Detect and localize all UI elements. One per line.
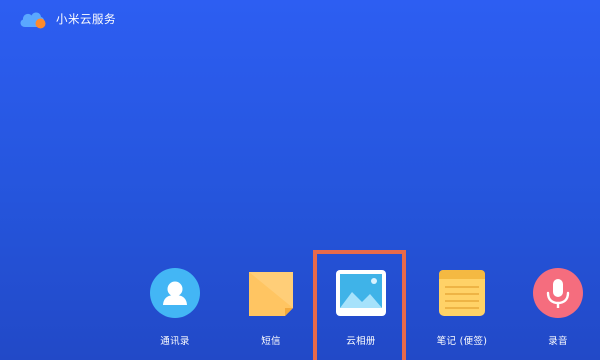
app-gallery[interactable]: 云相册 (321, 266, 401, 347)
message-icon (244, 266, 298, 320)
app-label-notes: 笔记 (便签) (436, 336, 488, 347)
app-label-recorder: 录音 (548, 336, 568, 347)
brand-header[interactable]: 小米云服务 (18, 8, 116, 30)
microphone-icon (531, 266, 585, 320)
app-contacts[interactable]: 通讯录 (135, 266, 215, 347)
app-recorder[interactable]: 录音 (518, 266, 598, 347)
app-label-contacts: 通讯录 (160, 336, 190, 347)
landscape-photo-icon (334, 266, 388, 320)
app-label-sms: 短信 (261, 336, 281, 347)
app-sms[interactable]: 短信 (231, 266, 311, 347)
cloud-icon (18, 8, 48, 30)
brand-title: 小米云服务 (56, 12, 116, 26)
notepad-icon (435, 266, 489, 320)
app-notes[interactable]: 笔记 (便签) (422, 266, 502, 347)
person-icon (148, 266, 202, 320)
app-label-gallery: 云相册 (346, 336, 376, 347)
